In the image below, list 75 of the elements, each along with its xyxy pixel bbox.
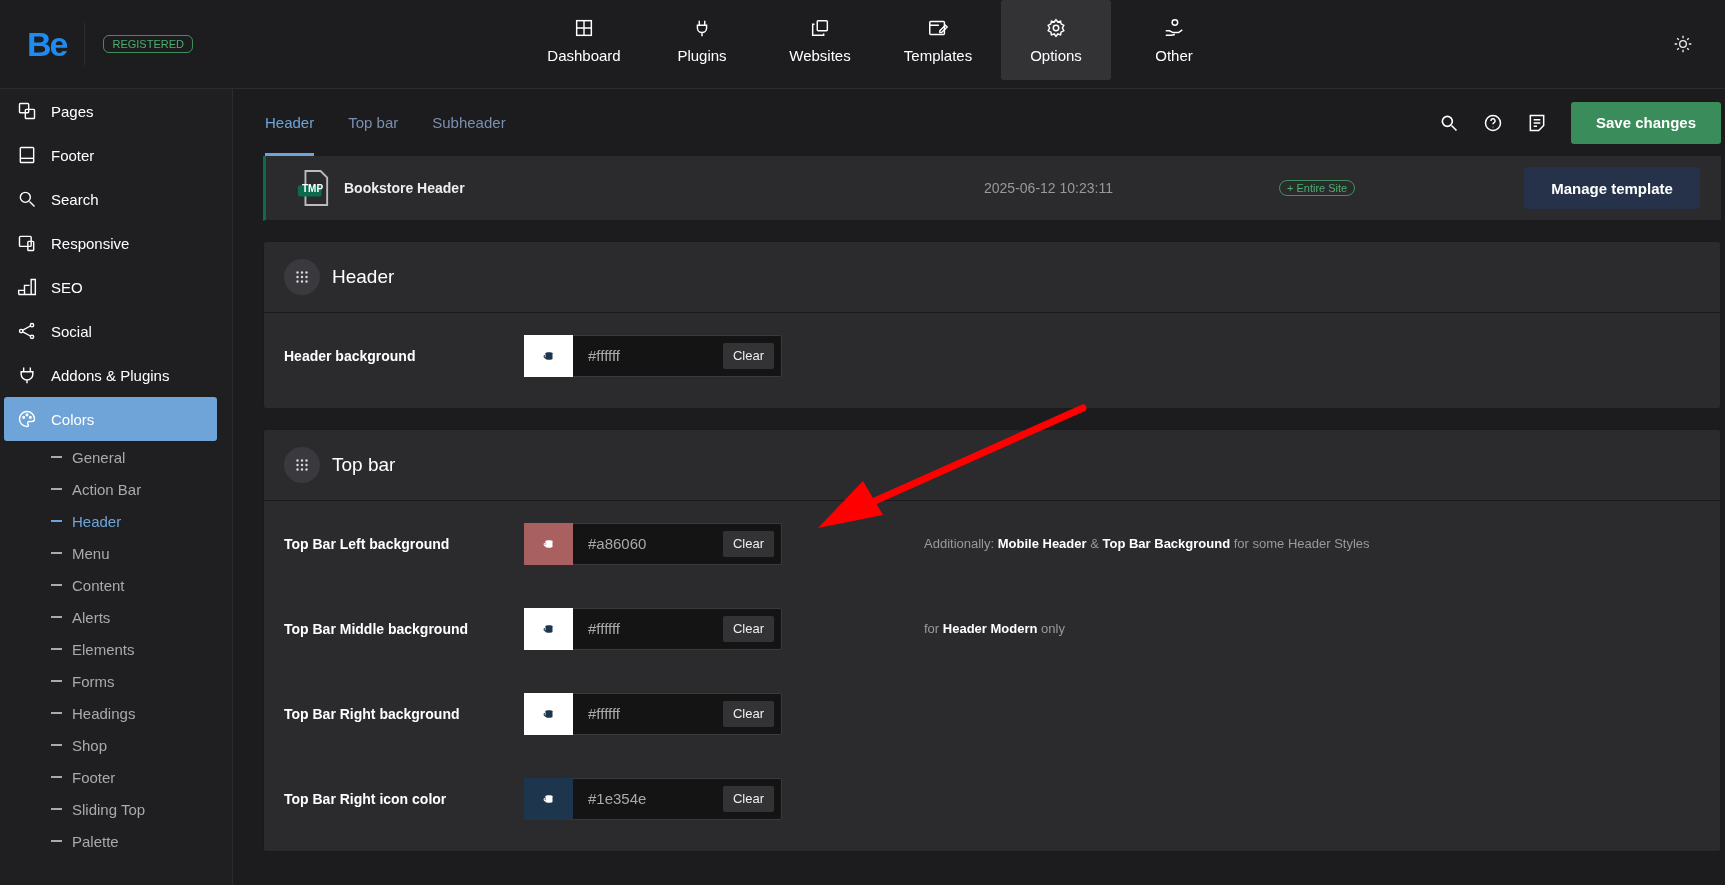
nav-icon <box>1045 16 1067 39</box>
sidebar-item[interactable]: Pages <box>4 89 217 133</box>
registered-badge: REGISTERED <box>103 35 193 53</box>
field-label: Top Bar Right icon color <box>284 790 448 807</box>
sidebar-item[interactable]: Social <box>4 309 217 353</box>
sidebar-item[interactable]: Addons & Plugins <box>4 353 217 397</box>
sidebar-subitem[interactable]: Shop <box>4 729 232 761</box>
sidebar-icon <box>17 145 37 165</box>
tab[interactable]: Top bar <box>348 89 399 156</box>
sidebar-subitem[interactable]: Footer <box>4 761 232 793</box>
clear-button[interactable]: Clear <box>722 700 774 727</box>
sidebar-subitem[interactable]: Header <box>4 505 232 537</box>
sidebar-subitem[interactable]: General <box>4 441 232 473</box>
tab[interactable]: Subheader <box>432 89 506 156</box>
sidebar-subitem[interactable]: Menu <box>4 537 232 569</box>
sidebar-item[interactable]: Footer <box>4 133 217 177</box>
sidebar-icon <box>17 409 37 429</box>
field-label: Header background <box>284 347 417 364</box>
nav-tab[interactable]: Other <box>1119 0 1229 80</box>
field-hint: Additionally: Mobile Header & Top Bar Background for some Header Styles <box>924 536 1370 551</box>
sidebar-item[interactable]: Responsive <box>4 221 217 265</box>
file-type-label: TMP <box>302 183 324 194</box>
sidebar-subitem[interactable]: Palette <box>4 825 232 857</box>
sidebar-item[interactable]: SEO <box>4 265 217 309</box>
color-swatch[interactable] <box>524 692 573 735</box>
color-input-field[interactable]: #ffffff <box>573 347 723 364</box>
notes-icon[interactable] <box>1527 112 1547 133</box>
nav-tab[interactable]: Options <box>1001 0 1111 80</box>
section-title: Top bar <box>332 454 396 476</box>
color-input-field[interactable]: #a86060 <box>573 535 723 552</box>
color-swatch[interactable] <box>524 334 573 377</box>
nav-icon <box>1163 16 1185 39</box>
color-input-field[interactable]: #ffffff <box>573 620 723 637</box>
clear-button[interactable]: Clear <box>722 615 774 642</box>
nav-tab[interactable]: Websites <box>765 0 875 80</box>
help-icon[interactable] <box>1483 112 1503 133</box>
color-swatch[interactable] <box>524 777 573 820</box>
clear-button[interactable]: Clear <box>722 342 774 369</box>
template-file-icon <box>296 169 330 207</box>
save-button[interactable]: Save changes <box>1571 101 1721 144</box>
sidebar-icon <box>17 277 37 297</box>
sidebar-icon <box>17 365 37 385</box>
sidebar-icon <box>17 189 37 209</box>
color-swatch[interactable] <box>524 522 573 565</box>
sidebar-icon <box>17 321 37 341</box>
field-hint: for Header Modern only <box>924 621 1065 636</box>
logo[interactable]: Be <box>27 24 67 64</box>
sidebar-subitem[interactable]: Sliding Top <box>4 793 232 825</box>
sidebar-icon <box>17 101 37 121</box>
sidebar-subitem[interactable]: Elements <box>4 633 232 665</box>
color-input-field[interactable]: #1e354e <box>573 790 723 807</box>
sidebar-item[interactable]: Search <box>4 177 217 221</box>
field-label: Top Bar Middle background <box>284 620 470 637</box>
theme-toggle-icon[interactable] <box>1673 34 1693 54</box>
drag-handle-icon[interactable] <box>284 259 320 295</box>
field-label: Top Bar Right background <box>284 705 461 722</box>
template-date: 2025-06-12 10:23:11 <box>984 180 1114 196</box>
sidebar-subitem[interactable]: Content <box>4 569 232 601</box>
sidebar-subitem[interactable]: Alerts <box>4 601 232 633</box>
drag-handle-icon[interactable] <box>284 447 320 483</box>
clear-button[interactable]: Clear <box>722 530 774 557</box>
manage-template-button[interactable]: Manage template <box>1524 167 1700 209</box>
section-title: Header <box>332 266 395 288</box>
sidebar-icon <box>17 233 37 253</box>
color-swatch[interactable] <box>524 607 573 650</box>
nav-tab[interactable]: Templates <box>883 0 993 80</box>
nav-tab[interactable]: Dashboard <box>529 0 639 80</box>
clear-button[interactable]: Clear <box>722 785 774 812</box>
sidebar-subitem[interactable]: Forms <box>4 665 232 697</box>
nav-tab[interactable]: Plugins <box>647 0 757 80</box>
field-label: Top Bar Left background <box>284 535 451 552</box>
template-name: Bookstore Header <box>344 180 466 196</box>
color-input-field[interactable]: #ffffff <box>573 705 723 722</box>
sidebar-subitem[interactable]: Action Bar <box>4 473 232 505</box>
sidebar-subitem[interactable]: Headings <box>4 697 232 729</box>
